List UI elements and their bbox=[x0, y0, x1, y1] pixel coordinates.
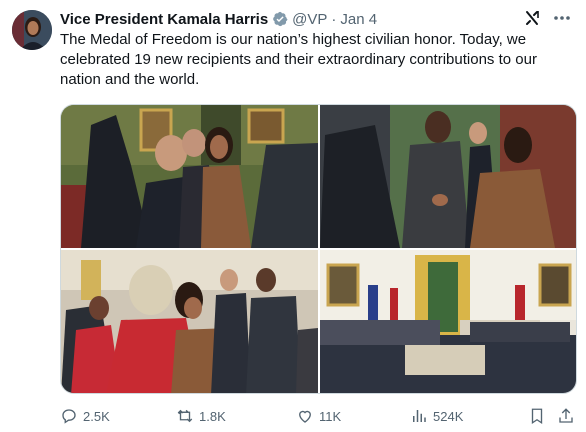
share-icon bbox=[559, 408, 573, 423]
views-icon bbox=[413, 410, 426, 422]
reply-count: 2.5K bbox=[83, 408, 110, 424]
media-grid bbox=[60, 104, 577, 394]
grok-icon[interactable] bbox=[522, 8, 542, 28]
photo-greeting[interactable] bbox=[320, 105, 576, 248]
avatar[interactable] bbox=[12, 10, 52, 50]
post-text: The Medal of Freedom is our nation’s hig… bbox=[60, 31, 537, 88]
post-header: Vice President Kamala Harris @VP · Jan 4 bbox=[60, 9, 576, 29]
repost-button[interactable]: 1.8K bbox=[176, 404, 226, 428]
post-date[interactable]: Jan 4 bbox=[340, 11, 377, 28]
like-count: 11K bbox=[319, 408, 342, 424]
like-button[interactable]: 11K bbox=[296, 404, 341, 428]
share-button[interactable] bbox=[557, 404, 580, 428]
heart-icon bbox=[299, 410, 311, 423]
author-name[interactable]: Vice President Kamala Harris bbox=[60, 11, 268, 28]
separator-dot: · bbox=[331, 10, 337, 28]
author-handle[interactable]: @VP bbox=[292, 11, 327, 28]
repost-icon bbox=[177, 409, 193, 423]
photo-selfie[interactable] bbox=[61, 105, 318, 248]
repost-count: 1.8K bbox=[199, 408, 226, 424]
more-icon[interactable] bbox=[552, 8, 572, 28]
action-bar: 2.5K 1.8K 11K 524K bbox=[60, 404, 578, 428]
reply-button[interactable]: 2.5K bbox=[60, 404, 110, 428]
views-button[interactable]: 524K bbox=[410, 404, 463, 428]
bookmark-button[interactable] bbox=[528, 404, 551, 428]
reply-icon bbox=[62, 409, 76, 424]
photo-hug[interactable] bbox=[61, 250, 318, 393]
views-count: 524K bbox=[433, 408, 464, 424]
photo-ceremony-room[interactable] bbox=[320, 250, 576, 393]
bookmark-icon bbox=[531, 408, 543, 425]
verified-badge-icon bbox=[273, 11, 288, 27]
